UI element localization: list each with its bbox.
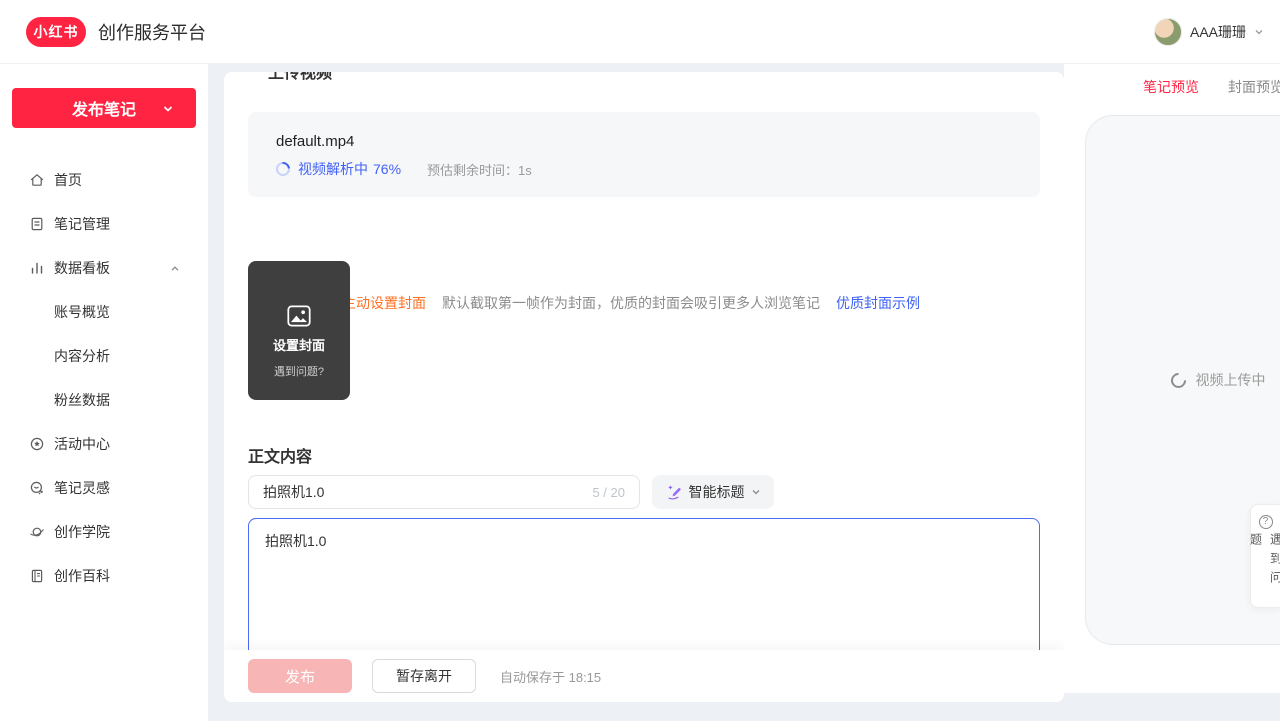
xiaohongshu-logo[interactable]: 小红书: [26, 17, 86, 47]
tab-note-preview[interactable]: 笔记预览: [1143, 77, 1199, 97]
title-value: 拍照机1.0: [263, 482, 592, 502]
parse-progress: 76%: [373, 161, 401, 177]
sidebar-subitem-label: 内容分析: [54, 346, 110, 366]
sidebar-item-label: 创作学院: [54, 522, 110, 542]
sidebar-item-label: 笔记灵感: [54, 478, 110, 498]
activity-icon: [29, 436, 45, 452]
sidebar-item-note-manage[interactable]: 笔记管理: [0, 202, 208, 246]
parse-status: 视频解析中: [298, 159, 368, 179]
sidebar-item-label: 数据看板: [54, 258, 110, 278]
help-widget[interactable]: ? 遇到问题: [1250, 504, 1280, 608]
sidebar-item-creator-wiki[interactable]: 创作百科: [0, 554, 208, 598]
chevron-down-icon: [162, 103, 174, 115]
title-char-counter: 5 / 20: [592, 485, 625, 500]
parsing-spinner-icon: [273, 159, 293, 179]
help-label: 遇到问题: [1246, 533, 1280, 607]
avatar: [1154, 18, 1182, 46]
cover-hint: 默认截取第一帧作为封面，优质的封面会吸引更多人浏览笔记: [442, 293, 820, 313]
sidebar-subitem-label: 账号概览: [54, 302, 110, 322]
image-icon: [287, 305, 311, 327]
publish-button[interactable]: 发布: [248, 659, 352, 693]
note-manage-icon: [29, 216, 45, 232]
cover-example-link[interactable]: 优质封面示例: [836, 293, 920, 313]
cover-trouble-link[interactable]: 遇到问题?: [274, 363, 324, 379]
preview-tabs: 笔记预览 封面预览: [1143, 77, 1280, 97]
question-icon: ?: [1259, 515, 1273, 529]
user-name: AAA珊珊: [1190, 22, 1246, 42]
dashboard-icon: [29, 260, 45, 276]
chevron-down-icon: [751, 487, 761, 497]
sidebar: 发布笔记 首页 笔记管理 数据看板: [0, 64, 208, 721]
user-menu[interactable]: AAA珊珊: [1154, 0, 1264, 64]
academy-icon: [29, 524, 45, 540]
set-cover-label: 设置封面: [273, 335, 325, 354]
video-parse-card: default.mp4 视频解析中 76% 预估剩余时间：1s: [248, 112, 1040, 197]
parse-eta: 预估剩余时间：1s: [427, 160, 532, 179]
chevron-up-icon[interactable]: [170, 264, 180, 274]
video-filename: default.mp4: [276, 133, 1012, 150]
app-header: 小红书 创作服务平台 AAA珊珊: [0, 0, 1280, 64]
title-input[interactable]: 拍照机1.0 5 / 20: [248, 475, 640, 509]
sidebar-item-home[interactable]: 首页: [0, 158, 208, 202]
wiki-icon: [29, 568, 45, 584]
set-cover-button[interactable]: 设置封面 遇到问题?: [248, 261, 350, 400]
save-and-leave-button[interactable]: 暂存离开: [372, 659, 476, 693]
home-icon: [29, 172, 45, 188]
inspiration-icon: [29, 480, 45, 496]
uploading-status: 视频上传中: [1196, 370, 1266, 390]
sidebar-item-label: 活动中心: [54, 434, 110, 454]
magic-pen-icon: [666, 484, 683, 501]
smart-title-label: 智能标题: [689, 482, 745, 502]
sidebar-item-label: 首页: [54, 170, 82, 190]
publish-note-label: 发布笔记: [72, 96, 136, 120]
smart-title-button[interactable]: 智能标题: [652, 475, 774, 509]
tab-cover-preview[interactable]: 封面预览: [1228, 77, 1280, 97]
sidebar-nav: 首页 笔记管理 数据看板 账号概览 内容分析 粉丝数据: [0, 158, 208, 598]
upload-video-heading: 上传视频: [268, 72, 332, 83]
publish-note-button[interactable]: 发布笔记: [12, 88, 196, 128]
sidebar-subitem-account-overview[interactable]: 账号概览: [0, 290, 208, 334]
chevron-down-icon: [1254, 27, 1264, 37]
sidebar-subitem-fans-data[interactable]: 粉丝数据: [0, 378, 208, 422]
sidebar-subitem-label: 粉丝数据: [54, 390, 110, 410]
sidebar-subitem-content-analysis[interactable]: 内容分析: [0, 334, 208, 378]
sidebar-item-label: 笔记管理: [54, 214, 110, 234]
app-title: 创作服务平台: [98, 19, 206, 45]
uploading-spinner-icon: [1167, 369, 1188, 390]
publish-form-panel: 上传视频 default.mp4 视频解析中 76% 预估剩余时间：1s 封面设…: [224, 72, 1064, 702]
form-footer: 发布 暂存离开 自动保存于 18:15: [224, 650, 1064, 702]
sidebar-item-note-inspiration[interactable]: 笔记灵感: [0, 466, 208, 510]
sidebar-item-label: 创作百科: [54, 566, 110, 586]
sidebar-item-activity-center[interactable]: 活动中心: [0, 422, 208, 466]
autosave-status: 自动保存于 18:15: [500, 667, 601, 686]
sidebar-item-dashboard[interactable]: 数据看板: [0, 246, 208, 290]
body-content-heading: 正文内容: [248, 443, 312, 467]
sidebar-item-creator-academy[interactable]: 创作学院: [0, 510, 208, 554]
